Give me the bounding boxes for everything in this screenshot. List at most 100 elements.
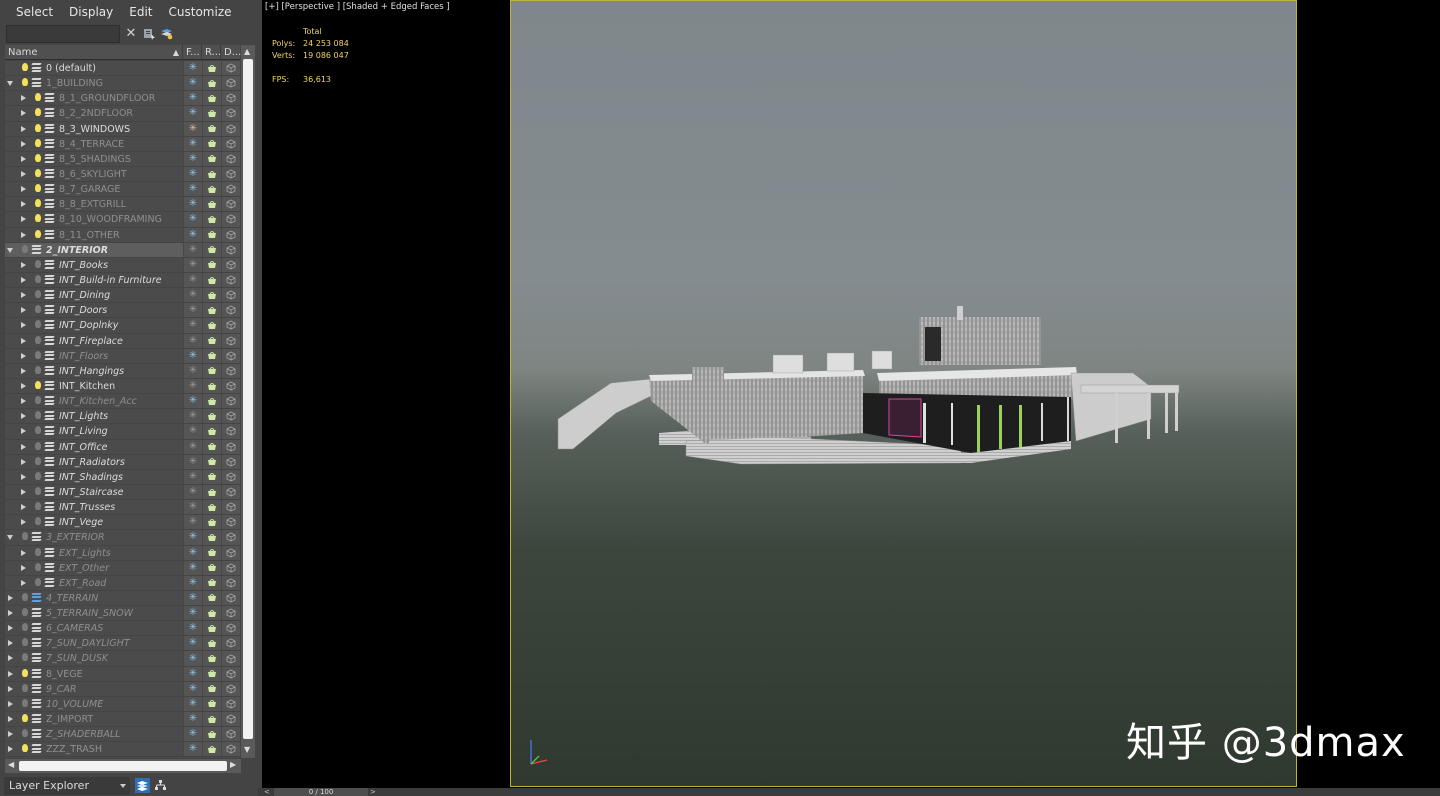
viewport-label[interactable]: [+] [Perspective ] [Shaded + Edged Faces… [265,2,450,12]
freeze-toggle-icon[interactable]: ✳ [183,575,202,590]
expand-arrow-icon[interactable] [21,186,26,193]
render-teapot-icon[interactable] [202,378,221,394]
layer-name-cell[interactable]: INT_Living [5,424,182,438]
freeze-toggle-icon[interactable]: ✳ [183,166,202,182]
render-teapot-icon[interactable] [202,439,221,454]
render-teapot-icon[interactable] [202,272,221,288]
layer-name-cell[interactable]: 5_TERRAIN_SNOW [5,606,182,620]
expand-arrow-icon[interactable] [8,746,13,753]
layer-name-cell[interactable]: INT_Build-in Furniture [5,273,182,287]
light-bulb-icon[interactable] [35,274,41,283]
render-teapot-icon[interactable] [202,212,221,227]
render-teapot-icon[interactable] [202,182,221,197]
display-box-icon[interactable] [221,590,240,606]
scroll-up-icon[interactable]: ▲ [244,47,250,56]
layer-row[interactable]: Z_SHADERBALL ✳ [5,727,240,743]
expand-arrow-icon[interactable] [21,579,26,586]
freeze-toggle-icon[interactable]: ✳ [183,696,202,712]
layer-row[interactable]: INT_Books ✳ [5,257,240,273]
layer-name-cell[interactable]: EXT_Lights [5,546,182,560]
freeze-toggle-icon[interactable]: ✳ [183,363,202,378]
scroll-right-icon[interactable]: ▶ [230,760,236,769]
freeze-toggle-icon[interactable]: ✳ [183,454,202,469]
layer-name-cell[interactable]: 4_TERRAIN [5,591,182,605]
freeze-toggle-icon[interactable]: ✳ [183,91,202,106]
layer-name-cell[interactable]: INT_Dining [5,288,182,302]
light-bulb-icon[interactable] [22,78,28,87]
freeze-toggle-icon[interactable]: ✳ [183,106,202,121]
display-box-icon[interactable] [221,378,240,394]
freeze-toggle-icon[interactable]: ✳ [183,530,202,545]
render-teapot-icon[interactable] [202,91,221,106]
expand-arrow-icon[interactable] [21,337,26,344]
light-bulb-icon[interactable] [22,638,28,647]
render-teapot-icon[interactable] [202,409,221,424]
layers-mode-icon[interactable] [135,778,150,793]
layer-row[interactable]: 10_VOLUME ✳ [5,696,240,713]
freeze-toggle-icon[interactable]: ✳ [183,272,202,288]
explorer-type-dropdown[interactable]: Layer Explorer [4,777,130,795]
freeze-toggle-icon[interactable]: ✳ [183,288,202,303]
expand-arrow-icon[interactable] [21,231,26,238]
freeze-toggle-icon[interactable]: ✳ [183,151,202,166]
render-teapot-icon[interactable] [202,575,221,590]
layer-row[interactable]: EXT_Road ✳ [5,575,240,591]
expand-arrow-icon[interactable] [21,140,26,147]
expand-arrow-icon[interactable] [8,716,13,723]
render-teapot-icon[interactable] [202,121,221,136]
layer-name-cell[interactable]: 9_CAR [5,682,182,696]
layer-row[interactable]: INT_Doplnky ✳ [5,318,240,334]
light-bulb-icon[interactable] [22,244,28,253]
light-bulb-icon[interactable] [22,592,28,601]
render-teapot-icon[interactable] [202,151,221,166]
layer-name-cell[interactable]: 8_1_GROUNDFLOOR [5,91,182,105]
light-bulb-icon[interactable] [35,365,41,374]
light-bulb-icon[interactable] [22,623,28,632]
vertical-scrollbar[interactable]: ▲ ▼ [241,45,255,758]
layer-name-cell[interactable]: Z_IMPORT [5,712,182,726]
layer-name-cell[interactable]: 7_SUN_DAYLIGHT [5,636,182,650]
hierarchy-mode-icon[interactable] [153,778,168,793]
layer-name-cell[interactable]: 2_INTERIOR [5,243,182,257]
freeze-toggle-icon[interactable]: ✳ [183,424,202,439]
expand-arrow-icon[interactable] [21,413,26,420]
layer-name-cell[interactable]: INT_Kitchen_Acc [5,394,182,408]
light-bulb-icon[interactable] [35,305,41,314]
render-teapot-icon[interactable] [202,515,221,530]
layer-name-cell[interactable]: 0 (default) [5,61,182,75]
layer-row[interactable]: INT_Fireplace ✳ [5,333,240,349]
freeze-toggle-icon[interactable]: ✳ [183,333,202,348]
layer-name-cell[interactable]: INT_Books [5,258,182,272]
menu-customize[interactable]: Customize [161,0,240,24]
render-teapot-icon[interactable] [202,363,221,378]
render-teapot-icon[interactable] [202,484,221,500]
render-teapot-icon[interactable] [202,560,221,575]
layer-row[interactable]: INT_Lights ✳ [5,409,240,425]
layer-row[interactable]: INT_Vege ✳ [5,515,240,531]
light-bulb-icon[interactable] [35,108,41,117]
render-teapot-icon[interactable] [202,727,221,742]
render-teapot-icon[interactable] [202,666,221,681]
layer-row[interactable]: 8_7_GARAGE ✳ [5,182,240,198]
light-bulb-icon[interactable] [35,259,41,268]
render-teapot-icon[interactable] [202,288,221,303]
layer-name-cell[interactable]: INT_Office [5,440,182,454]
layer-name-cell[interactable]: 8_7_GARAGE [5,182,182,196]
freeze-toggle-icon[interactable]: ✳ [183,484,202,500]
display-box-icon[interactable] [221,727,240,742]
layer-name-cell[interactable]: 7_SUN_DUSK [5,651,182,665]
display-box-icon[interactable] [221,515,240,530]
expand-arrow-icon[interactable] [21,125,26,132]
render-teapot-icon[interactable] [202,590,221,606]
render-teapot-icon[interactable] [202,545,221,560]
column-render[interactable]: R... [202,45,221,60]
display-box-icon[interactable] [221,424,240,439]
layer-name-cell[interactable]: 8_10_WOODFRAMING [5,212,182,226]
render-teapot-icon[interactable] [202,424,221,439]
column-freeze[interactable]: F... [183,45,202,60]
freeze-toggle-icon[interactable]: ✳ [183,606,202,621]
display-box-icon[interactable] [221,272,240,288]
display-box-icon[interactable] [221,742,240,757]
layer-row[interactable]: INT_Hangings ✳ [5,363,240,379]
render-teapot-icon[interactable] [202,303,221,318]
